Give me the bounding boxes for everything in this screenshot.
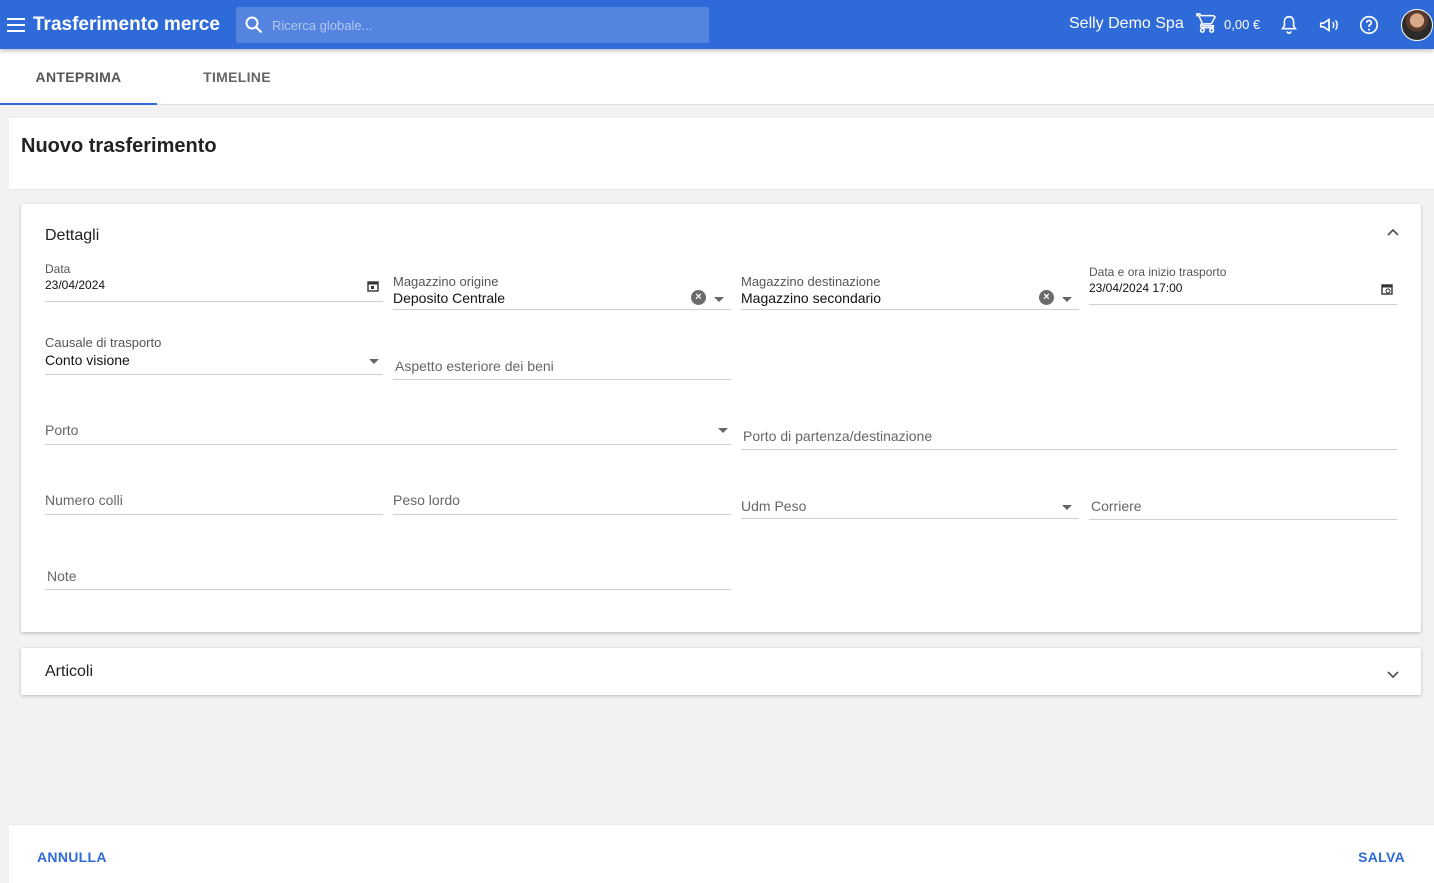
data-label: Data [45, 262, 71, 276]
tab-bar: ANTEPRIMA TIMELINE [0, 49, 1434, 105]
transport-reason-value[interactable]: Conto visione [45, 352, 383, 368]
porto-underline [45, 444, 731, 445]
top-app-bar: Trasferimento merce Selly Demo Spa 0,00 … [0, 0, 1434, 49]
help-icon[interactable] [1357, 13, 1381, 37]
user-avatar[interactable] [1401, 9, 1433, 41]
page-title: Nuovo trasferimento [21, 135, 217, 157]
chevron-down-icon[interactable] [1062, 505, 1072, 510]
destination-value[interactable]: Magazzino secondario [741, 290, 1079, 306]
chevron-up-icon[interactable] [1385, 224, 1401, 240]
calendar-icon[interactable] [1381, 283, 1393, 295]
packages-count-label: Numero colli [45, 492, 123, 508]
action-footer: ANNULLA SALVA [9, 824, 1434, 883]
chevron-down-icon[interactable] [718, 428, 728, 433]
data-value[interactable]: 23/04/2024 [45, 278, 383, 292]
transport-start-underline [1089, 304, 1397, 305]
page-header: Nuovo trasferimento [9, 118, 1434, 190]
details-panel: Dettagli Data 23/04/2024 Magazzino origi… [21, 204, 1421, 632]
destination-label: Magazzino destinazione [741, 274, 881, 289]
cart-button[interactable]: 0,00 € [1196, 12, 1260, 37]
weight-uom-underline [741, 518, 1079, 519]
articles-panel[interactable]: Articoli [21, 648, 1421, 695]
goods-appearance-underline [393, 379, 731, 380]
chevron-down-icon[interactable] [1385, 667, 1401, 683]
company-name[interactable]: Selly Demo Spa [1069, 15, 1184, 33]
carrier-field[interactable]: Corriere [1089, 494, 1397, 520]
destination-warehouse-field[interactable]: Magazzino destinazione Magazzino seconda… [741, 274, 1079, 310]
page-content: Nuovo trasferimento Dettagli Data 23/04/… [9, 118, 1434, 883]
tab-timeline[interactable]: TIMELINE [160, 49, 314, 105]
global-search[interactable] [236, 7, 709, 43]
port-location-label: Porto di partenza/destinazione [743, 428, 933, 444]
transport-start-label: Data e ora inizio trasporto [1089, 265, 1227, 279]
destination-underline [741, 309, 1079, 310]
gross-weight-underline [393, 514, 731, 515]
app-title: Trasferimento merce [33, 13, 220, 35]
calendar-icon[interactable] [367, 280, 379, 292]
port-location-underline [741, 449, 1397, 450]
transport-reason-field[interactable]: Causale di trasporto Conto visione [45, 335, 383, 375]
transport-reason-underline [45, 374, 383, 375]
gross-weight-label: Peso lordo [393, 492, 460, 508]
goods-appearance-field[interactable]: Aspetto esteriore dei beni [393, 354, 731, 380]
menu-icon[interactable] [2, 0, 30, 49]
origin-underline [393, 309, 731, 310]
search-input[interactable] [272, 17, 692, 33]
packages-count-field[interactable]: Numero colli [45, 488, 383, 515]
carrier-underline [1089, 519, 1397, 520]
port-location-field[interactable]: Porto di partenza/destinazione [741, 424, 1397, 450]
weight-uom-label: Udm Peso [741, 498, 807, 514]
goods-appearance-label: Aspetto esteriore dei beni [395, 358, 554, 374]
data-field[interactable]: Data 23/04/2024 [45, 262, 383, 302]
data-underline [45, 301, 383, 302]
transport-reason-label: Causale di trasporto [45, 335, 162, 350]
clear-icon[interactable]: × [691, 290, 706, 305]
clear-icon[interactable]: × [1039, 290, 1054, 305]
porto-field[interactable]: Porto [45, 418, 731, 445]
packages-count-underline [45, 514, 383, 515]
save-button[interactable]: SALVA [1358, 849, 1405, 865]
tab-anteprima[interactable]: ANTEPRIMA [0, 49, 157, 105]
search-icon [236, 16, 272, 34]
cart-amount: 0,00 € [1224, 17, 1261, 32]
notes-field[interactable]: Note [45, 564, 731, 590]
carrier-label: Corriere [1091, 498, 1142, 514]
chevron-down-icon[interactable] [714, 297, 724, 302]
megaphone-icon[interactable] [1317, 13, 1341, 37]
bell-icon[interactable] [1277, 13, 1301, 37]
origin-warehouse-field[interactable]: Magazzino origine Deposito Centrale × [393, 274, 731, 310]
notes-label: Note [47, 568, 77, 584]
gross-weight-field[interactable]: Peso lordo [393, 488, 731, 515]
chevron-down-icon[interactable] [369, 359, 379, 364]
chevron-down-icon[interactable] [1062, 297, 1072, 302]
porto-label: Porto [45, 422, 79, 438]
origin-value[interactable]: Deposito Centrale [393, 290, 731, 306]
articles-panel-title[interactable]: Articoli [45, 663, 93, 681]
details-panel-title[interactable]: Dettagli [45, 227, 99, 245]
cancel-button[interactable]: ANNULLA [37, 849, 107, 865]
weight-uom-field[interactable]: Udm Peso [741, 494, 1079, 519]
transport-start-field[interactable]: Data e ora inizio trasporto 23/04/2024 1… [1089, 265, 1397, 305]
notes-underline [45, 589, 731, 590]
origin-label: Magazzino origine [393, 274, 499, 289]
transport-start-value[interactable]: 23/04/2024 17:00 [1089, 281, 1397, 295]
cart-icon [1196, 12, 1218, 37]
